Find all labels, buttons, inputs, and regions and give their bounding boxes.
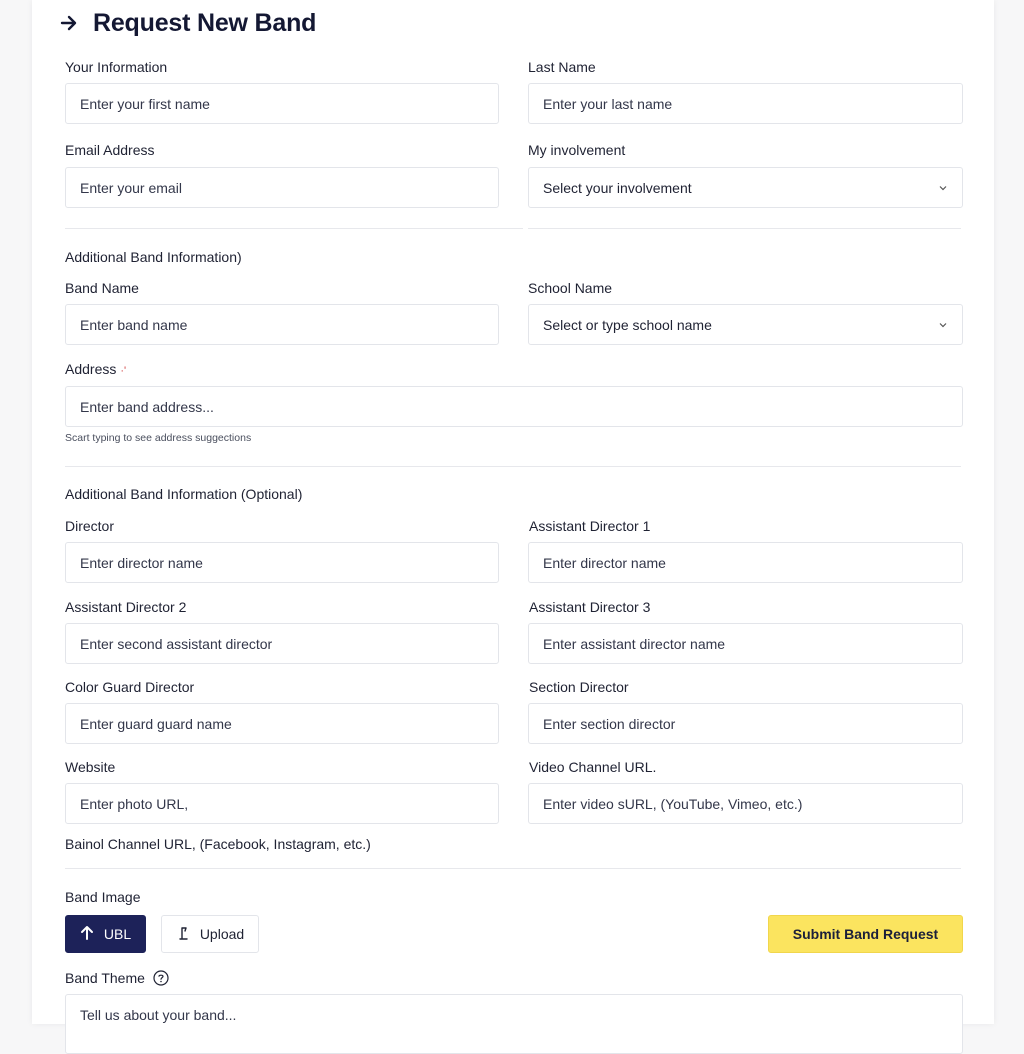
website-input[interactable]: Enter photo URL, [65,783,499,824]
band-info-section-title: Additional Band Information) [65,249,242,265]
last-name-label: Last Name [528,59,596,75]
assistant-director-3-label: Assistant Director 3 [529,599,651,615]
school-name-value: Select or type school name [543,316,712,333]
band-theme-label-text: Band Theme [65,970,145,986]
chevron-down-icon [938,183,948,193]
page-title: Request New Band [93,8,317,37]
involvement-select[interactable]: Select your involvement [528,167,963,208]
url-button-label: UBL [103,926,132,942]
color-guard-director-input[interactable]: Enter guard guard name [65,703,499,744]
section-divider [65,466,961,467]
assistant-director-2-input[interactable]: Enter second assistant director [65,623,499,664]
optional-info-section-title: Additional Band Information (Optional) [65,486,303,502]
first-name-input[interactable]: Enter your first name [65,83,499,124]
section-divider [528,228,961,229]
social-channel-label: Bainol Channel URL, (Facebook, Instagram… [65,836,371,852]
video-channel-input[interactable]: Enter video sURL, (YouTube, Vimeo, etc.) [528,783,963,824]
address-label-text: Address [65,361,117,377]
school-name-select[interactable]: Select or type school name [528,304,963,345]
chevron-down-icon [938,320,948,330]
band-name-label: Band Name [65,280,139,296]
section-divider [65,228,523,229]
help-circle-icon[interactable] [153,970,169,986]
school-name-label: School Name [528,280,613,296]
upload-icon [176,925,190,944]
section-director-input[interactable]: Enter section director [528,703,963,744]
request-band-form: Request New Band Your Information Last N… [32,0,994,1054]
required-mark: ·' [120,365,127,377]
arrow-up-icon [80,925,94,944]
upload-button-label: Upload [199,926,245,942]
address-input[interactable]: Enter band address... [65,386,963,427]
involvement-value: Select your involvement [543,179,692,196]
section-director-label: Section Director [529,679,629,695]
arrow-right-icon [59,13,79,33]
email-label: Email Address [65,142,155,158]
video-channel-label: Video Channel URL. [529,759,657,775]
band-name-input[interactable]: Enter band name [65,304,499,345]
band-image-label: Band Image [65,889,141,905]
assistant-director-2-label: Assistant Director 2 [65,599,187,615]
website-label: Website [65,759,116,775]
assistant-director-3-input[interactable]: Enter assistant director name [528,623,963,664]
director-input[interactable]: Enter director name [65,542,499,583]
color-guard-director-label: Color Guard Director [65,679,195,695]
email-input[interactable]: Enter your email [65,167,499,208]
assistant-director-1-label: Assistant Director 1 [529,518,651,534]
director-label: Director [65,518,115,534]
page-header: Request New Band [59,6,316,40]
submit-band-request-button[interactable]: Submit Band Request [768,915,963,953]
last-name-input[interactable]: Enter your last name [528,83,963,124]
first-name-label: Your Information [65,59,168,75]
band-theme-label: Band Theme [65,970,169,986]
address-label: Address ·' [65,361,126,377]
assistant-director-1-input[interactable]: Enter director name [528,542,963,583]
section-divider [65,868,961,869]
address-helper-text: Scart typing to see address suggections [65,432,252,444]
band-theme-textarea[interactable]: Tell us about your band... [65,994,963,1054]
upload-button[interactable]: Upload [161,915,259,953]
involvement-label: My involvement [528,142,626,158]
url-button[interactable]: UBL [65,915,146,953]
